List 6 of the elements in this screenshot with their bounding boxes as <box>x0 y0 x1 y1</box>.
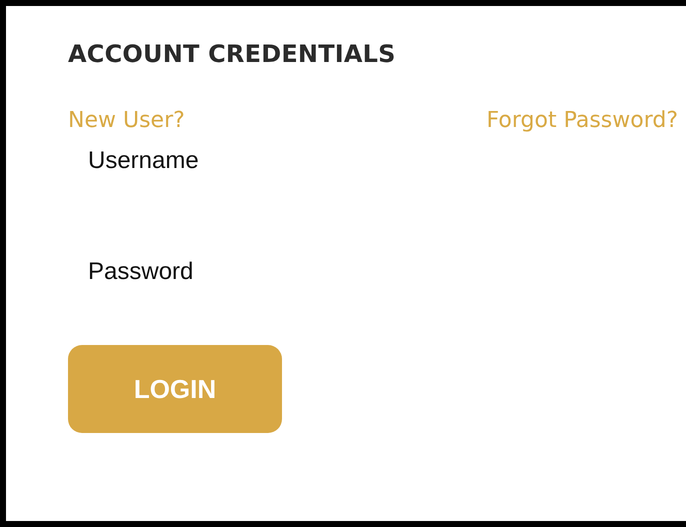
link[interactable]: Forgot Password? <box>486 108 678 133</box>
section-title: ACCOUNT CREDENTIALS <box>68 40 397 68</box>
field-label: Username <box>88 147 199 174</box>
field-label: Password <box>88 258 194 285</box>
login-button[interactable]: LOGIN <box>68 345 282 433</box>
link[interactable]: New User? <box>68 108 185 133</box>
